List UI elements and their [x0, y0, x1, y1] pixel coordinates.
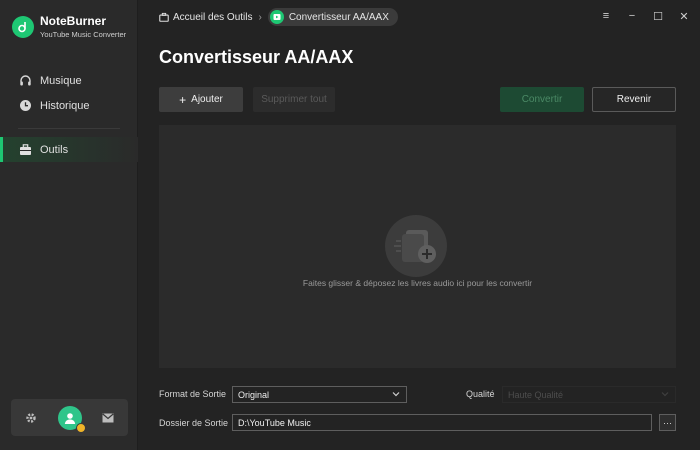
app-name: NoteBurner [40, 14, 107, 28]
noteburner-logo-icon [12, 16, 34, 38]
mail-icon[interactable] [102, 413, 114, 423]
sidebar-nav: Musique Historique Outils [0, 68, 138, 162]
sidebar-item-outils[interactable]: Outils [0, 137, 138, 162]
audiobook-converter-icon [269, 10, 284, 24]
browse-folder-button[interactable]: ··· [659, 414, 676, 431]
avatar[interactable] [57, 405, 86, 433]
output-folder-label: Dossier de Sortie [159, 418, 229, 428]
breadcrumb-current-label: Convertisseur AA/AAX [288, 11, 389, 23]
chevron-right-icon: › [258, 11, 262, 23]
user-panel [11, 399, 128, 436]
menu-icon[interactable]: ≡ [600, 10, 612, 23]
page-title: Convertisseur AA/AAX [159, 47, 354, 67]
back-button[interactable]: Revenir [592, 87, 676, 112]
headphones-icon [18, 74, 32, 88]
back-button-label: Revenir [616, 94, 652, 105]
delete-all-button-label: Supprimer tout [261, 94, 327, 105]
sidebar-item-musique[interactable]: Musique [0, 68, 138, 93]
output-format-label: Format de Sortie [159, 389, 227, 399]
breadcrumb-home[interactable]: Accueil des Outils [159, 12, 252, 23]
more-icon: ··· [663, 417, 672, 428]
convert-button-label: Convertir [521, 94, 563, 105]
sidebar-item-historique[interactable]: Historique [0, 93, 138, 118]
delete-all-button[interactable]: Supprimer tout [253, 87, 335, 112]
drop-zone-hint: Faites glisser & déposez les livres audi… [302, 278, 533, 288]
maximize-icon[interactable]: ☐ [652, 10, 664, 23]
breadcrumb-current: Convertisseur AA/AAX [267, 8, 398, 26]
breadcrumb-home-label: Accueil des Outils [173, 11, 253, 23]
sidebar-divider [18, 128, 120, 129]
brand: NoteBurner YouTube Music Converter [12, 14, 126, 40]
app-subtitle: YouTube Music Converter [40, 30, 127, 39]
settings-gear-icon[interactable] [25, 412, 37, 424]
window-controls: ≡ − ☐ ✕ [600, 10, 690, 23]
quality-value: Haute Qualité [508, 389, 564, 400]
sidebar: NoteBurner YouTube Music Converter Musiq… [0, 0, 138, 450]
add-button[interactable]: + Ajouter [159, 87, 243, 112]
plus-icon: + [179, 92, 187, 107]
chevron-down-icon [661, 390, 669, 400]
drop-zone[interactable]: Faites glisser & déposez les livres audi… [159, 125, 676, 368]
sidebar-item-label: Musique [40, 74, 82, 87]
top-bar: Accueil des Outils › Convertisseur AA/AA… [138, 0, 700, 34]
toolbox-icon [159, 12, 169, 22]
convert-button[interactable]: Convertir [500, 87, 584, 112]
chevron-down-icon [392, 390, 400, 400]
output-format-select[interactable]: Original [232, 386, 407, 403]
output-format-value: Original [238, 389, 270, 400]
toolbox-icon [18, 143, 32, 157]
breadcrumb: Accueil des Outils › Convertisseur AA/AA… [159, 8, 398, 26]
premium-badge-icon [75, 422, 86, 433]
minimize-icon[interactable]: − [626, 10, 638, 23]
close-icon[interactable]: ✕ [678, 10, 690, 23]
sidebar-item-label: Outils [40, 143, 69, 156]
add-audiobook-icon [385, 215, 447, 277]
add-button-label: Ajouter [191, 94, 223, 105]
sidebar-item-label: Historique [40, 99, 90, 112]
output-folder-field[interactable]: D:\YouTube Music [232, 414, 652, 431]
quality-select[interactable]: Haute Qualité [502, 386, 676, 403]
clock-icon [18, 99, 32, 113]
quality-label: Qualité [466, 389, 495, 399]
output-folder-value: D:\YouTube Music [238, 417, 311, 428]
